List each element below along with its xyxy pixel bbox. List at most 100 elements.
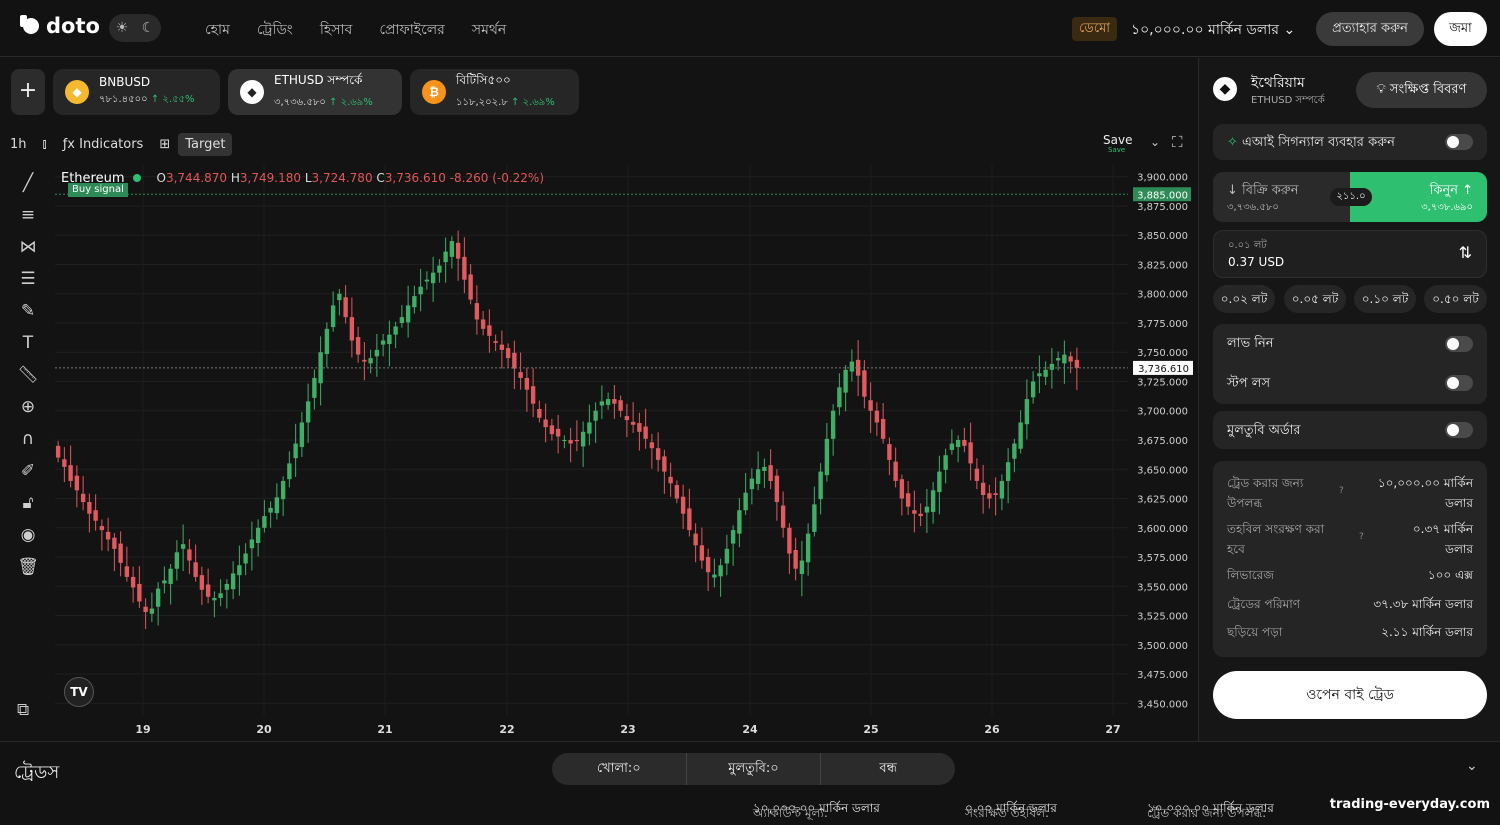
summary-button[interactable]: 💡︎ সংক্ষিপ্ত বিবরণ (1356, 72, 1487, 108)
candle-body (1024, 399, 1030, 425)
x-tick-label: 22 (499, 723, 514, 736)
brush-icon[interactable]: ✎ (17, 300, 39, 322)
candle-body (812, 504, 817, 532)
candle-body (68, 465, 73, 481)
fullscreen-icon[interactable]: ⛶ (1172, 133, 1183, 151)
nav-trading[interactable]: ট্রেডিং (257, 18, 293, 42)
magnet-icon[interactable]: ∩ (17, 428, 39, 450)
layers-icon[interactable]: ⧉ (17, 700, 29, 720)
price-chart[interactable]: 3,900.000 3,875.000 3,850.000 3,825.000 3,80… (0, 160, 1197, 740)
candles-icon[interactable]: ⫾ (43, 137, 47, 152)
candle-body (305, 401, 311, 423)
tp-sl-card: লাভ নিন স্টপ লস (1213, 324, 1487, 404)
nav-profile[interactable]: প্রোফাইলের (379, 18, 445, 42)
help-icon[interactable]: ? (1359, 532, 1364, 542)
candle-body (912, 510, 917, 514)
deposit-button[interactable]: জমা (1434, 12, 1487, 46)
layout-grid-icon[interactable]: ⊞ (159, 137, 170, 152)
save-button[interactable]: Save (1103, 133, 1132, 147)
tab-pending[interactable]: মুলতুবি:০ (687, 753, 822, 785)
tab-open[interactable]: খোলা:০ (552, 753, 687, 785)
candle-body (693, 533, 698, 546)
horizontal-lines-icon[interactable]: ≡ (17, 204, 39, 226)
trade-info-card: ট্রেড করার জন্য উপলব্ধ? ১০,০০০.০০ মার্কিন… (1213, 461, 1487, 657)
nav-home[interactable]: হোম (205, 18, 230, 42)
ticker-change: ↑ ২.৫৫% (150, 94, 195, 105)
candle-body (837, 387, 842, 408)
lot-option-010[interactable]: ০.১০ লট (1354, 285, 1416, 313)
chevron-down-icon[interactable]: ⌄ (1466, 758, 1478, 774)
open-buy-trade-button[interactable]: ওপেন বাই ট্রেড (1213, 671, 1487, 719)
logo[interactable]: doto (20, 14, 100, 38)
take-profit-toggle[interactable] (1445, 336, 1473, 352)
lot-option-005[interactable]: ০.০৫ লট (1284, 285, 1346, 313)
spread-badge: ২১১.০ (1330, 188, 1372, 206)
buy-label: কিনুন ↑ (1429, 183, 1473, 198)
candle-body (505, 348, 511, 359)
fib-icon[interactable]: ☰ (17, 268, 39, 290)
ticker-name: বিটিসি৫০০ (456, 73, 511, 87)
candle-body (880, 418, 886, 439)
ticker-ethusd[interactable]: ◆ ETHUSD সম্পর্কে ৩,৭৩৬.৫৮০ ↑ ২.৬৯% (228, 69, 402, 115)
nav-account[interactable]: হিসাব (320, 18, 352, 42)
y-tick-label: 3,750.000 (1137, 348, 1188, 359)
nav-support[interactable]: সমর্থন (472, 18, 506, 42)
lot-option-050[interactable]: ০.৫০ লট (1424, 285, 1487, 313)
candle-body (543, 419, 548, 428)
lot-option-002[interactable]: ০.০২ লট (1213, 285, 1275, 313)
ticker-bnbusd[interactable]: ◆ BNBUSD ৭৮১.৪৫০০ ↑ ২.৫৫% (53, 69, 220, 115)
amount-field[interactable]: ০.০১ লট 0.37 USD ⇅ (1213, 230, 1487, 278)
tab-closed[interactable]: বন্ধ (821, 753, 955, 785)
interval-button[interactable]: 1h (10, 137, 27, 152)
ruler-icon[interactable]: 📏︎ (17, 364, 39, 386)
ai-signal-toggle[interactable] (1445, 134, 1473, 150)
ai-signal-label: ✧ এআই সিগন্যাল ব্যবহার করুন (1227, 133, 1395, 154)
pending-order-toggle[interactable] (1445, 422, 1473, 438)
high-value: 3,749.180 (239, 171, 301, 185)
amount-value[interactable]: 0.37 USD (1228, 255, 1284, 269)
trend-line-icon[interactable]: ╱ (17, 172, 39, 194)
function-icon: ƒx (62, 136, 75, 152)
withdraw-button[interactable]: প্রত্যাহার করুন (1316, 12, 1424, 46)
help-icon[interactable]: ? (1339, 486, 1344, 496)
save-dropdown-icon[interactable]: ⌄ (1150, 135, 1160, 149)
candle-body (1037, 373, 1042, 377)
take-profit-label: লাভ নিন (1227, 336, 1274, 351)
candle-body (930, 490, 936, 512)
close-label: C (376, 171, 385, 185)
balance-dropdown[interactable]: ১০,০০০.০০ মার্কিন ডলার ⌄ (1131, 18, 1295, 42)
y-tick-label: 3,550.000 (1137, 582, 1188, 593)
tradingview-logo[interactable]: TV (64, 677, 94, 707)
info-leverage: লিভারেজ ১০০ এক্স (1227, 567, 1473, 587)
trash-icon[interactable]: 🗑︎ (17, 556, 39, 578)
target-button[interactable]: Target (178, 132, 233, 156)
candle-body (718, 565, 723, 577)
candle-body (337, 293, 342, 301)
lock-icon[interactable]: 🔓︎ (17, 492, 39, 514)
pattern-icon[interactable]: ⋈ (17, 236, 39, 258)
zoom-icon[interactable]: ⊕ (17, 396, 39, 418)
x-tick-label: 25 (863, 723, 878, 736)
ai-signal-text: এআই সিগন্যাল ব্যবহার করুন (1242, 135, 1395, 150)
status-dot (132, 174, 141, 182)
edit-lock-icon[interactable]: ✐ (17, 460, 39, 482)
info-reserved: তহবিল সংরক্ষণ করা হবে? ০.৩৭ মার্কিন ডলার (1227, 521, 1473, 557)
moon-icon[interactable]: ☾ (142, 20, 155, 36)
candle-body (118, 543, 123, 563)
ticker-change: ↑ ২.৬৯% (329, 97, 373, 108)
y-tick-label: 3,825.000 (1137, 260, 1188, 271)
theme-toggle[interactable]: ☀ ☾ (109, 14, 161, 42)
add-ticker-button[interactable]: + (11, 69, 45, 115)
ticker-btc500[interactable]: ₿ বিটিসি৫০০ ১১৮,২০২.৮ ↑ ২.৬৯% (410, 69, 579, 115)
candle-body (430, 272, 436, 284)
demo-badge[interactable]: ডেমো (1072, 17, 1118, 41)
indicators-button[interactable]: ƒx Indicators (63, 137, 144, 152)
sun-icon[interactable]: ☀ (116, 20, 129, 36)
close-value: 3,736.610 (384, 171, 446, 185)
status-footer: অ্যাকাউন্ট মূল্য: ১০,০০০.০০ মার্কিন ডলার… (0, 795, 1500, 820)
drawing-tools: ╱ ≡ ⋈ ☰ ✎ T 📏︎ ⊕ ∩ ✐ 🔓︎ ◉ 🗑︎ (17, 172, 39, 588)
stop-loss-toggle[interactable] (1445, 375, 1473, 391)
swap-icon[interactable]: ⇅ (1459, 243, 1472, 262)
eye-icon[interactable]: ◉ (17, 524, 39, 546)
text-icon[interactable]: T (17, 332, 39, 354)
